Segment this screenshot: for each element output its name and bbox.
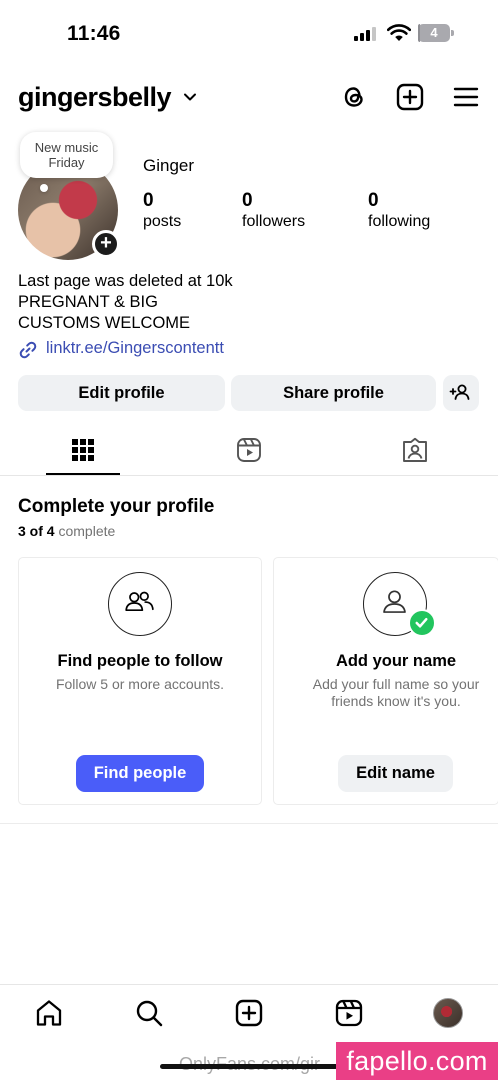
stat-value: 0 <box>143 190 154 211</box>
create-post-icon[interactable] <box>395 82 425 112</box>
stat-label: followers <box>242 213 306 230</box>
watermark-badge: fapello.com <box>336 1042 498 1080</box>
progress-count: 3 of 4 <box>18 523 55 539</box>
status-time: 11:46 <box>67 22 121 45</box>
add-person-icon <box>449 384 470 400</box>
stat-value: 0 <box>368 190 379 211</box>
tab-reels[interactable] <box>212 437 286 473</box>
discover-people-button[interactable] <box>443 375 479 411</box>
home-indicator <box>160 1064 338 1069</box>
note-bubble[interactable]: New music Friday <box>20 132 113 178</box>
tab-tagged[interactable] <box>378 437 452 473</box>
stat-value: 0 <box>242 190 253 211</box>
divider <box>0 823 498 824</box>
grid-icon <box>72 439 94 461</box>
profile-link-text[interactable]: linktr.ee/Gingerscontentt <box>46 339 224 358</box>
tagged-icon <box>403 437 427 462</box>
battery-icon: 4 <box>418 24 454 42</box>
reels-icon[interactable] <box>334 998 364 1028</box>
display-name: Ginger <box>143 156 195 175</box>
add-story-icon[interactable]: + <box>92 230 120 258</box>
people-icon <box>125 591 154 612</box>
create-icon[interactable] <box>234 998 264 1028</box>
link-icon <box>19 341 37 359</box>
card-description: Follow 5 or more accounts. <box>55 676 225 692</box>
bio-line: PREGNANT & BIG <box>18 293 158 311</box>
card-title: Add your name <box>335 652 457 670</box>
find-people-button[interactable]: Find people <box>76 755 204 792</box>
battery-level: 4 <box>430 25 438 40</box>
search-icon[interactable] <box>134 998 164 1028</box>
profile-avatar-tab[interactable] <box>433 998 463 1028</box>
add-name-card: Add your name Add your full name so your… <box>273 557 498 805</box>
note-line: New music <box>34 140 99 155</box>
people-icon-circle <box>108 572 172 636</box>
card-title: Find people to follow <box>57 652 223 670</box>
card-description: Add your full name so your friends know … <box>312 676 480 709</box>
tab-posts-grid[interactable] <box>46 437 120 473</box>
find-people-card: Find people to follow Follow 5 or more a… <box>18 557 262 805</box>
progress-suffix: complete <box>58 523 116 539</box>
divider <box>0 475 498 476</box>
menu-icon[interactable] <box>451 82 481 112</box>
threads-icon[interactable] <box>339 82 369 112</box>
cellular-signal-icon <box>354 27 376 41</box>
stat-label: posts <box>143 213 182 230</box>
bio: Last page was deleted at 10k PREGNANT & … <box>18 271 233 334</box>
bio-line: Last page was deleted at 10k <box>18 272 233 290</box>
status-bar: 11:46 4 <box>0 0 498 66</box>
complete-profile-title: Complete your profile <box>18 496 215 517</box>
username-switcher[interactable]: gingersbelly <box>18 82 172 113</box>
note-tail <box>40 184 48 192</box>
checkmark-icon <box>408 609 436 637</box>
edit-profile-button[interactable]: Edit profile <box>18 375 225 411</box>
posts-count[interactable]: 0 posts <box>143 190 181 232</box>
profile-header: gingersbelly <box>0 78 498 122</box>
chevron-down-icon[interactable] <box>182 89 198 105</box>
reels-icon <box>237 438 261 462</box>
home-icon[interactable] <box>34 998 64 1028</box>
share-profile-button[interactable]: Share profile <box>231 375 436 411</box>
note-line: Friday <box>48 155 85 170</box>
following-count[interactable]: 0 following <box>368 190 430 232</box>
stat-label: following <box>368 213 431 230</box>
bio-line: CUSTOMS WELCOME <box>18 314 191 332</box>
wifi-icon <box>387 24 411 41</box>
complete-profile-progress: 3 of 4 complete <box>18 523 115 539</box>
edit-name-button[interactable]: Edit name <box>338 755 453 792</box>
followers-count[interactable]: 0 followers <box>242 190 305 232</box>
